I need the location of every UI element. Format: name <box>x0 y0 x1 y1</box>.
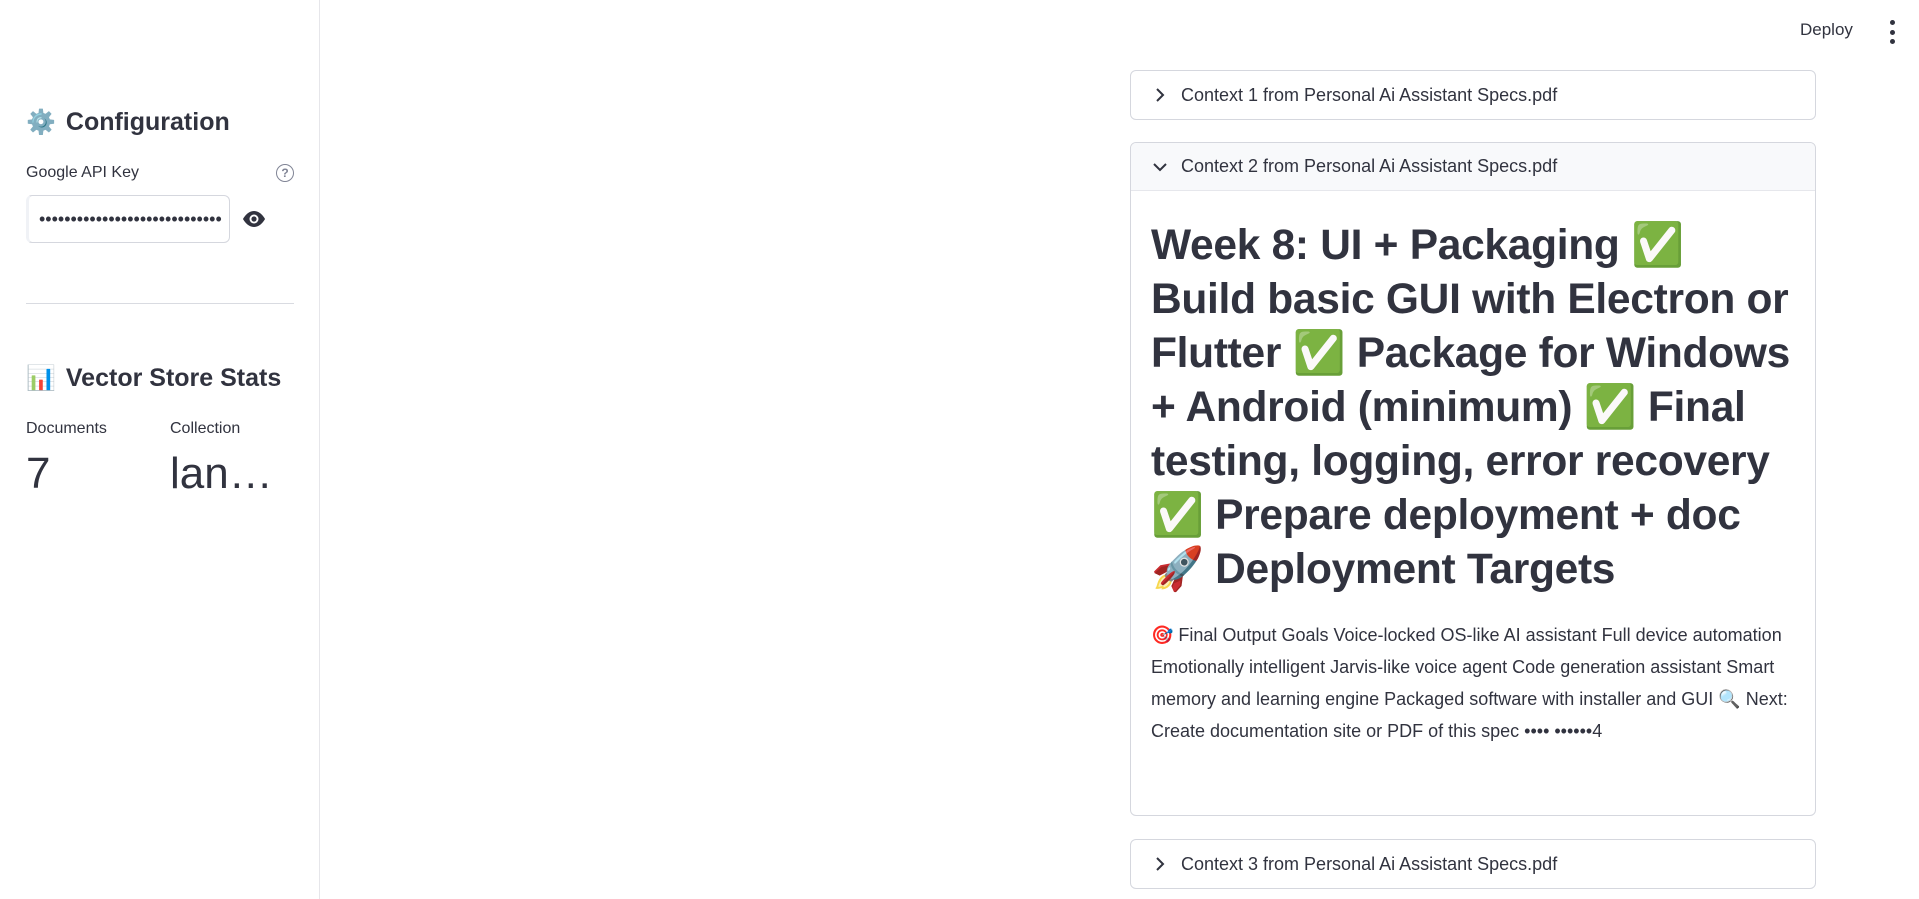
context-expander-3: Context 3 from Personal Ai Assistant Spe… <box>1130 839 1816 889</box>
chevron-right-icon <box>1153 88 1167 102</box>
metric-collection: Collection lang… <box>170 420 294 496</box>
context-heading: Week 8: UI + Packaging ✅ Build basic GUI… <box>1151 222 1790 593</box>
chevron-down-icon <box>1153 160 1167 174</box>
gear-icon: ⚙️ <box>26 108 56 136</box>
vector-store-stats-title: Vector Store Stats <box>65 364 282 392</box>
metric-label: Documents <box>26 420 107 437</box>
show-password-eye-icon[interactable] <box>240 209 268 229</box>
deploy-button[interactable]: Deploy <box>1800 20 1853 40</box>
context-expander-1: Context 1 from Personal Ai Assistant Spe… <box>1130 70 1816 120</box>
sidebar-divider <box>26 303 294 304</box>
sidebar: ⚙️ Configuration Google API Key ? ••••••… <box>0 0 320 899</box>
expander-title: Context 2 from Personal Ai Assistant Spe… <box>1181 156 1558 176</box>
kebab-menu-icon[interactable] <box>1882 20 1902 44</box>
expander-header[interactable]: Context 1 from Personal Ai Assistant Spe… <box>1131 71 1815 119</box>
metric-value: lang… <box>170 452 294 496</box>
bar-chart-icon: 📊 <box>26 364 56 392</box>
configuration-heading: ⚙️ Configuration <box>26 108 294 137</box>
api-key-input[interactable]: ••••••••••••••••••••••••••••• <box>26 195 230 243</box>
metric-documents: Documents 7 <box>26 420 170 496</box>
configuration-title: Configuration <box>65 108 230 136</box>
expander-header[interactable]: Context 3 from Personal Ai Assistant Spe… <box>1131 840 1815 888</box>
help-icon[interactable]: ? <box>276 164 294 182</box>
expander-title: Context 3 from Personal Ai Assistant Spe… <box>1181 853 1558 874</box>
api-key-label: Google API Key <box>26 164 139 181</box>
expander-header[interactable]: Context 2 from Personal Ai Assistant Spe… <box>1131 143 1815 191</box>
metric-label: Collection <box>170 420 241 437</box>
chevron-right-icon <box>1153 857 1167 871</box>
context-paragraph: 🎯 Final Output Goals Voice-locked OS-lik… <box>1151 625 1788 741</box>
metric-value: 7 <box>26 452 51 496</box>
context-expander-2: Context 2 from Personal Ai Assistant Spe… <box>1130 142 1816 816</box>
expander-title: Context 1 from Personal Ai Assistant Spe… <box>1181 84 1558 105</box>
expander-body: Week 8: UI + Packaging ✅ Build basic GUI… <box>1131 191 1815 767</box>
